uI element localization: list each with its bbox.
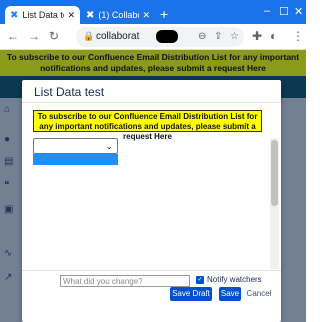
notify-watchers-checkbox[interactable]: ✓ Notify watchers [196,275,262,284]
tab-label: (1) Collaborat [98,10,139,20]
chevron-down-icon: ⌄ [105,141,113,151]
confluence-icon: ✖ [10,9,19,21]
tab-collaborate[interactable]: ✖ (1) Collaborat ✕ [81,6,155,24]
scrollbar-thumb[interactable] [271,140,278,206]
new-tab-button[interactable]: + [160,7,168,21]
confluence-icon: ✖ [86,9,95,21]
maximize-icon[interactable]: ☐ [279,5,289,18]
redaction-mark [156,30,178,43]
list-select[interactable]: ⌄ [33,138,118,154]
extensions-icon[interactable]: ✚ [252,30,262,42]
select-option-highlighted[interactable] [33,154,118,165]
notify-label: Notify watchers [207,275,262,284]
close-icon[interactable]: ✕ [142,10,150,21]
window-close-icon[interactable]: ✕ [294,5,303,18]
star-icon[interactable]: ☆ [230,31,239,42]
browser-toolbar: ← → ↻ 🔒 collaboratom... ⊖ ⇪ ☆ ✚ ◐ ⋮ [0,24,306,50]
tab-list-data-test[interactable]: ✖ List Data test ✕ [5,6,80,24]
forward-icon[interactable]: → [28,30,40,42]
profile-icon[interactable]: ◐ [270,30,277,42]
cancel-button[interactable]: Cancel [246,287,272,301]
save-draft-button[interactable]: Save Draft [170,287,212,301]
browser-tab-strip: ✖ List Data test ✕ ✖ (1) Collaborat ✕ + … [0,0,306,24]
divider [22,270,281,271]
announcement-banner: To subscribe to our Confluence Email Dis… [0,50,306,76]
menu-icon[interactable]: ⋮ [292,30,304,42]
back-icon[interactable]: ← [7,30,19,42]
tab-label: List Data test [22,10,64,20]
lock-icon: 🔒 [83,31,95,41]
subscribe-notice[interactable]: To subscribe to our Confluence Email Dis… [33,110,262,141]
share-icon[interactable]: ⇪ [214,31,222,42]
close-icon[interactable]: ✕ [67,10,75,21]
divider [22,102,281,103]
reload-icon[interactable]: ↻ [49,30,59,42]
check-icon[interactable]: ✓ [196,275,204,284]
save-button[interactable]: Save [219,287,241,301]
zoom-icon[interactable]: ⊖ [198,31,206,42]
list-data-dialog: List Data test To subscribe to our Confl… [22,80,281,322]
dialog-title: List Data test [34,85,105,99]
minimize-icon[interactable]: – [264,5,270,17]
address-bar[interactable]: 🔒 collaboratom... ⊖ ⇪ ☆ [76,27,244,47]
change-comment-input[interactable] [60,275,190,287]
